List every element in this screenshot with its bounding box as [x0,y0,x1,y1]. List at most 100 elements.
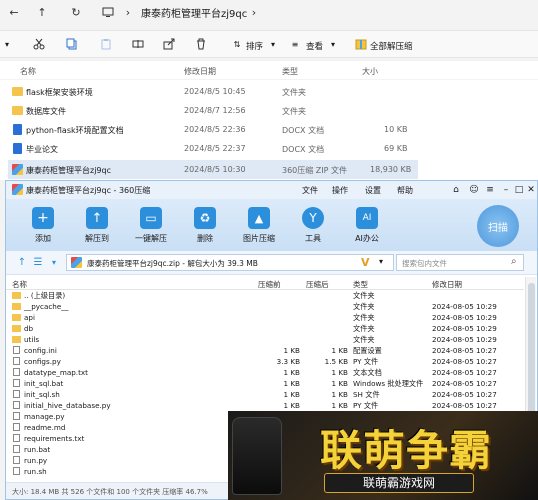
table-row[interactable]: configs.py 3.3 KB 1.5 KB PY 文件 2024-08-05 10… [6,356,524,367]
app-logo-icon [12,184,23,195]
cell-name: init_sql.bat [24,379,64,388]
game-ad-banner[interactable]: 联萌争霸 联萌霸游戏网 [228,411,538,500]
view-button[interactable]: 查看 [306,40,323,52]
cell-type: 文件夹 [353,302,375,311]
menu-file[interactable]: 文件 [302,185,318,196]
archive-path-field[interactable]: 康泰药柜管理平台zj9qc.zip - 解包大小为 39.3 MB V ▾ [66,254,394,271]
cell-packed-size: 1 KB [331,368,348,377]
copy-icon[interactable] [65,37,79,51]
file-icon [13,456,20,464]
cell-name: __pycache__ [24,302,69,311]
add-button[interactable]: + 添加 [18,199,68,251]
file-date: 2024/8/5 10:45 [184,87,246,96]
file-icon [13,346,20,354]
sort-icon[interactable]: ⇅ [230,37,244,51]
archive-list-header: 名称 压缩前 压缩后 类型 修改日期 [6,277,524,290]
table-row[interactable]: db 文件夹 2024-08-05 10:29 [6,323,524,334]
delete-icon[interactable] [194,37,208,51]
cell-name: manage.py [24,412,65,421]
cell-name: run.py [24,456,48,465]
list-item[interactable]: 毕业论文 2024/8/5 22:37 DOCX 文档 69 KB [0,139,538,158]
extract-all-button[interactable]: 全部解压缩 [370,40,413,52]
chevron-down-icon[interactable]: ▾ [266,37,280,51]
image-compress-button[interactable]: ▲ 图片压缩 [234,199,284,251]
cut-icon[interactable] [32,37,46,51]
file-icon [13,390,20,398]
extract-to-button[interactable]: ↑ 解压到 [72,199,122,251]
folder-icon [12,292,21,299]
extract-to-label: 解压到 [85,234,109,243]
table-row[interactable]: config.ini 1 KB 1 KB 配置设置 2024-08-05 10:27 [6,345,524,356]
list-item[interactable]: python-flask环境配置文档 2024/8/5 22:36 DOCX 文… [0,120,538,139]
scan-button[interactable]: 扫描 [477,205,519,247]
table-row[interactable]: __pycache__ 文件夹 2024-08-05 10:29 [6,301,524,312]
menu-help[interactable]: 帮助 [397,185,413,196]
table-row[interactable]: datatype_map.txt 1 KB 1 KB 文本文档 2024-08-05 1… [6,367,524,378]
file-icon [13,445,20,453]
explorer-address-bar: ← ↑ ↻ › 康泰药柜管理平台zj9qc › [0,0,538,24]
delete-button[interactable]: ♻ 删除 [180,199,230,251]
dropdown-icon[interactable]: ▾ [48,256,60,268]
column-name[interactable]: 名称 [12,279,27,290]
add-icon: + [32,207,54,229]
search-icon[interactable]: ⌕ [511,256,517,267]
view-icon[interactable]: ≡ [288,37,302,51]
share-icon[interactable] [162,37,176,51]
column-size[interactable]: 大小 [362,66,378,77]
column-modified[interactable]: 修改日期 [432,279,462,290]
one-click-extract-button[interactable]: ▭ 一键解压 [126,199,176,251]
feedback-icon[interactable]: ☺ [468,184,480,196]
column-name[interactable]: 名称 [20,66,36,77]
cell-type: PY 文件 [353,357,379,366]
column-packed-size[interactable]: 压缩后 [306,279,329,290]
table-row[interactable]: init_sql.sh 1 KB 1 KB SH 文件 2024-08-05 10:27 [6,389,524,400]
menu-settings[interactable]: 设置 [365,185,381,196]
minimize-icon[interactable]: – [500,184,512,196]
menu-operate[interactable]: 操作 [332,185,348,196]
list-item-selected[interactable]: 康泰药柜管理平台zj9qc 2024/8/5 10:30 360压缩 ZIP 文… [8,160,418,179]
paste-icon[interactable] [99,37,113,51]
cell-type: Windows 批处理文件 [353,379,424,388]
extract-icon[interactable] [354,37,368,51]
column-original-size[interactable]: 压缩前 [258,279,281,290]
column-type[interactable]: 类型 [353,279,368,290]
ad-title: 联萌争霸 [319,426,492,475]
cell-packed-size: 1 KB [331,401,348,410]
table-row[interactable]: utils 文件夹 2024-08-05 10:29 [6,334,524,345]
new-chevron-icon[interactable]: ▾ [0,37,14,51]
close-icon[interactable]: ✕ [525,184,537,196]
rename-icon[interactable] [131,37,145,51]
up-icon[interactable]: ↑ [16,256,28,268]
table-row[interactable]: .. (上级目录) 文件夹 [6,290,524,301]
cell-modified: 2024-08-05 10:29 [432,313,497,322]
v-icon[interactable]: V [361,256,370,269]
chevron-right-icon[interactable]: › [246,4,262,20]
menu-icon[interactable]: ≡ [484,184,496,196]
column-type[interactable]: 类型 [282,66,298,77]
image-compress-label: 图片压缩 [243,234,275,243]
sort-button[interactable]: 排序 [246,40,263,52]
chevron-down-icon[interactable]: ▾ [379,257,383,266]
table-row[interactable]: initial_hive_database.py 1 KB 1 KB PY 文件 202… [6,400,524,411]
maximize-icon[interactable]: □ [513,184,525,196]
back-arrow-icon[interactable]: ← [6,4,22,20]
list-view-icon[interactable]: ☰ [32,256,44,268]
up-arrow-icon[interactable]: ↑ [34,4,50,20]
file-list: flask框架安装环境 2024/8/5 10:45 文件夹 数据库文件 202… [0,80,538,180]
chevron-down-icon[interactable]: ▾ [326,37,340,51]
table-row[interactable]: api 文件夹 2024-08-05 10:29 [6,312,524,323]
tools-button[interactable]: Y 工具 [288,199,338,251]
cell-name: run.bat [24,445,51,454]
list-item[interactable]: 数据库文件 2024/8/7 12:56 文件夹 [0,101,538,120]
shirt-icon[interactable]: ⌂ [450,184,462,196]
refresh-icon[interactable]: ↻ [68,4,84,20]
computer-icon[interactable] [100,4,116,20]
archive-search-field[interactable]: 搜索包内文件 ⌕ [396,254,524,271]
cell-name: initial_hive_database.py [24,401,111,410]
file-icon [13,467,20,475]
table-row[interactable]: init_sql.bat 1 KB 1 KB Windows 批处理文件 2024-08… [6,378,524,389]
address-path[interactable]: 康泰药柜管理平台zj9qc [141,5,247,20]
list-item[interactable]: flask框架安装环境 2024/8/5 10:45 文件夹 [0,82,538,101]
ai-office-button[interactable]: AI AI办公 [342,199,392,251]
column-modified[interactable]: 修改日期 [184,66,216,77]
